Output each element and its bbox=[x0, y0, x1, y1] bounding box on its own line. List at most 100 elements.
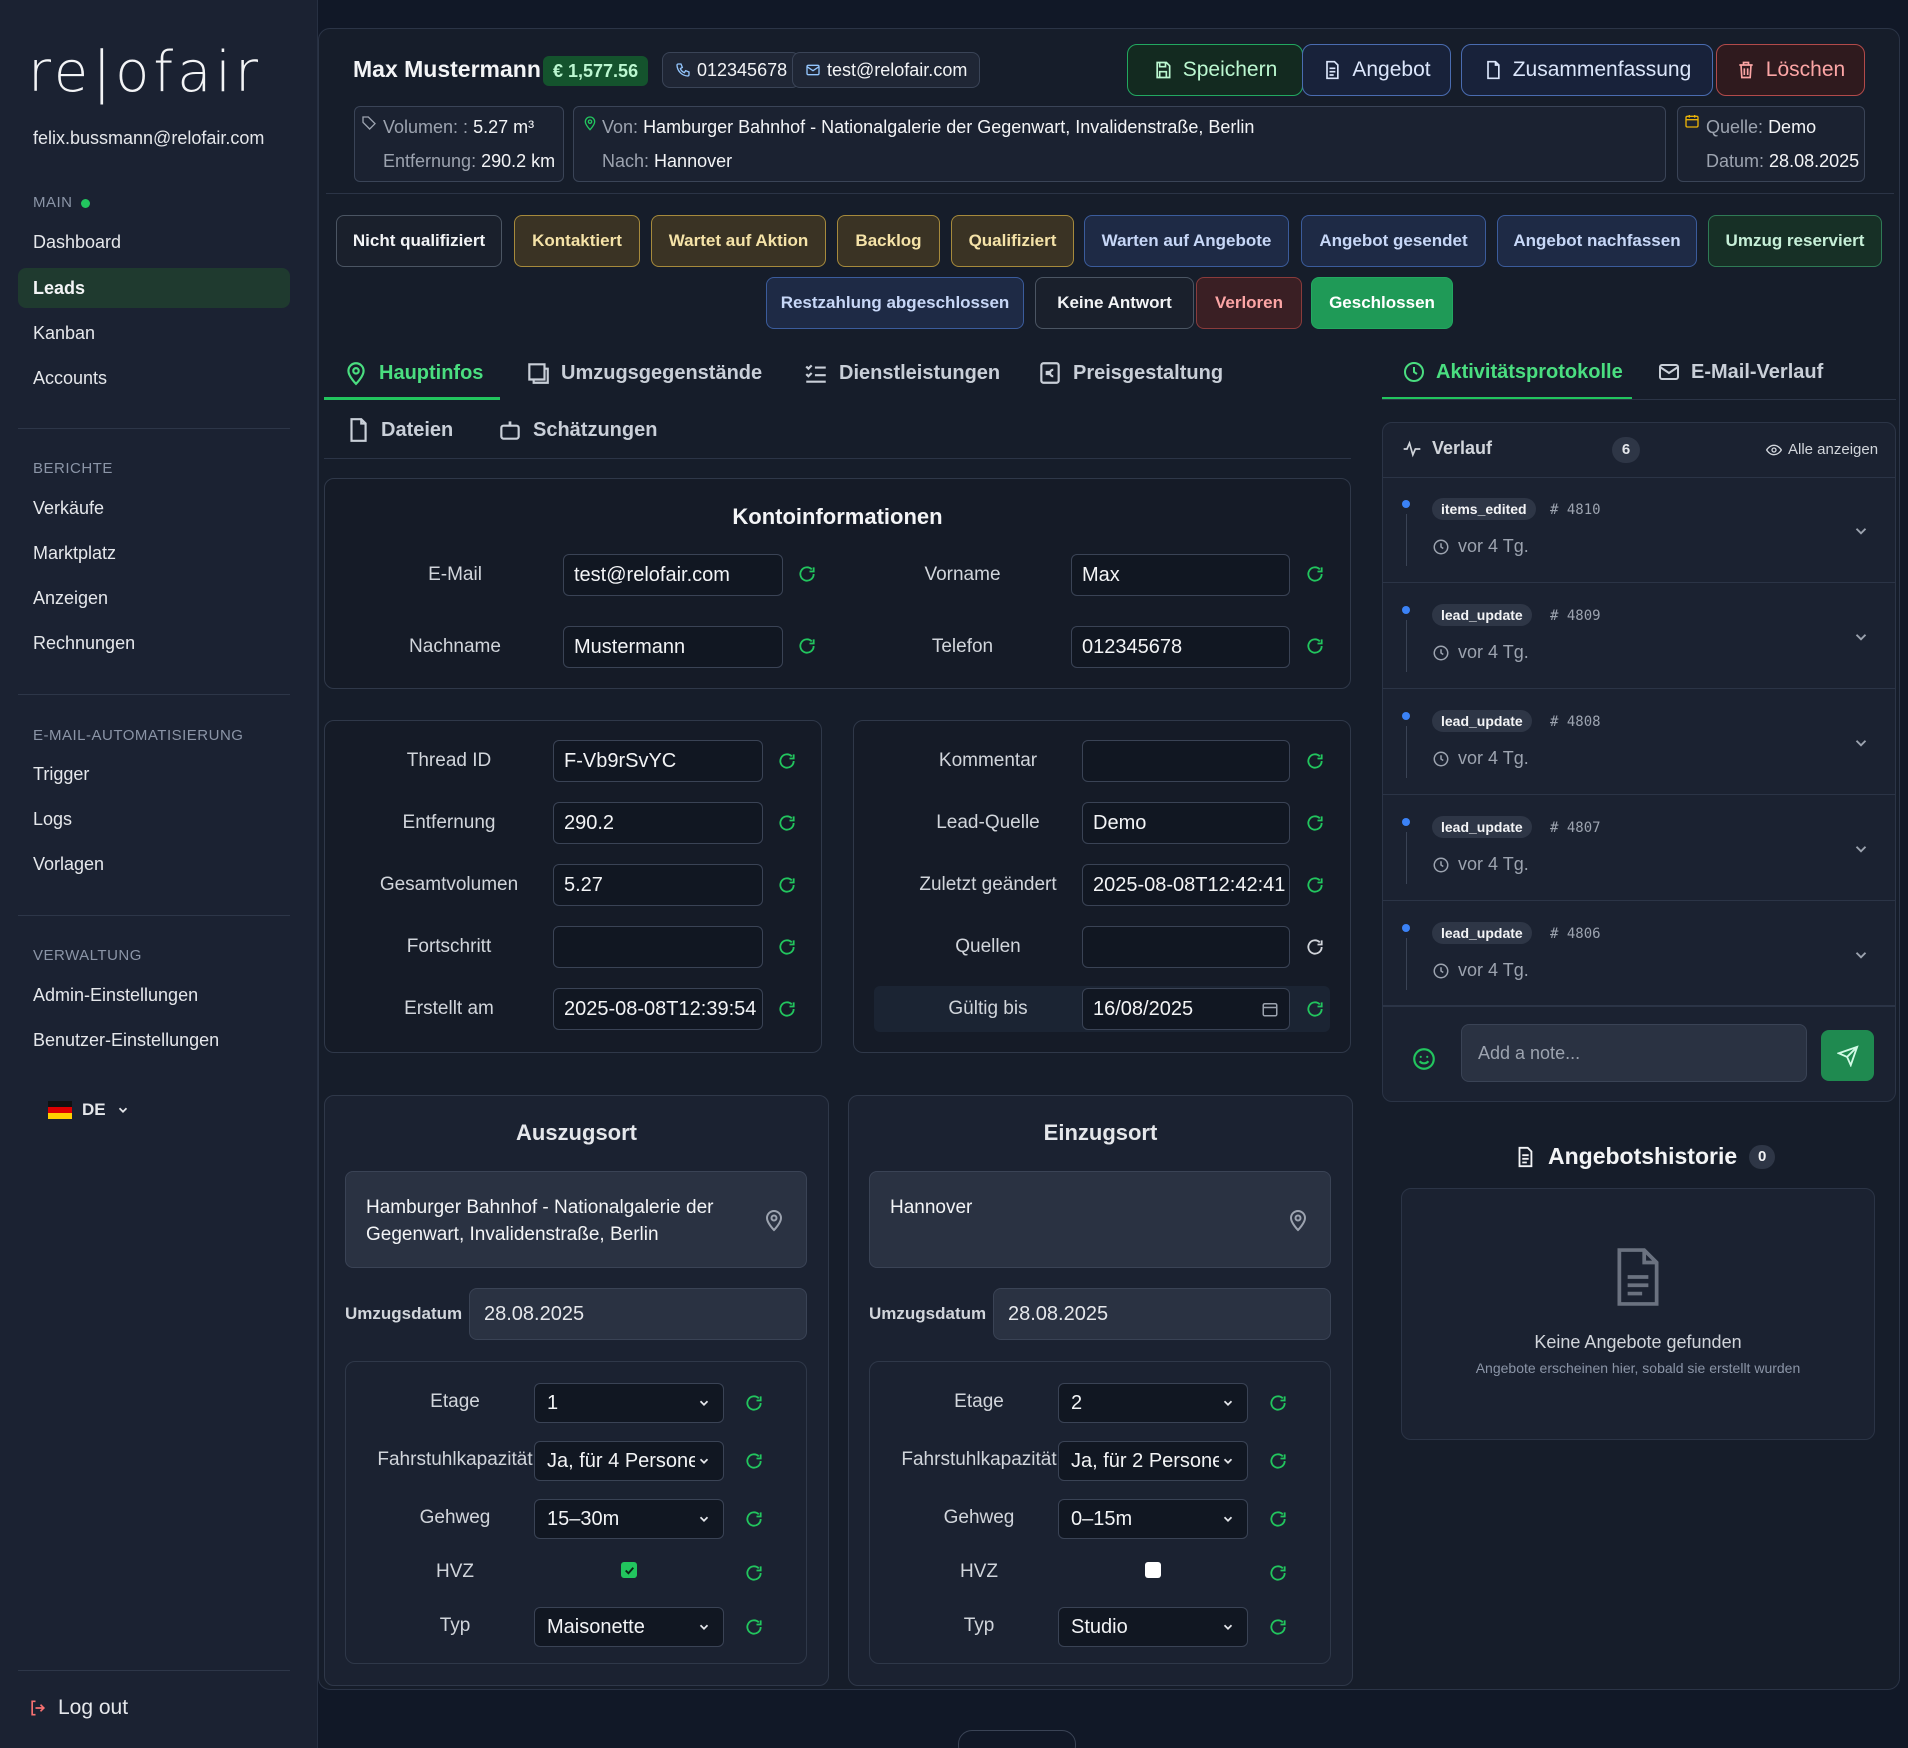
reset-button[interactable] bbox=[1268, 1563, 1288, 1583]
detail-input[interactable]: 2025-08-08T12:42:41 bbox=[1082, 864, 1290, 906]
tab-dienstleistungen[interactable]: Dienstleistungen bbox=[803, 360, 1000, 386]
expand-button[interactable] bbox=[1852, 840, 1870, 858]
nav-leads[interactable]: Leads bbox=[18, 268, 290, 308]
status-button[interactable]: Angebot gesendet bbox=[1301, 215, 1486, 267]
reset-button[interactable] bbox=[1305, 813, 1325, 833]
status-button[interactable]: Restzahlung abgeschlossen bbox=[766, 277, 1024, 329]
email-input[interactable]: test@relofair.com bbox=[563, 554, 783, 596]
reset-button[interactable] bbox=[797, 636, 817, 656]
expand-button[interactable] bbox=[1852, 734, 1870, 752]
activity-item[interactable]: lead_update # 4806 vor 4 Tg. bbox=[1382, 902, 1896, 1007]
scroll-to-top-button[interactable] bbox=[958, 1730, 1076, 1748]
detail-input[interactable]: 5.27 bbox=[553, 864, 763, 906]
reset-button[interactable] bbox=[1305, 636, 1325, 656]
phone-pill[interactable]: 012345678 bbox=[662, 52, 801, 88]
detail-input[interactable] bbox=[553, 926, 763, 968]
hvz-checkbox[interactable] bbox=[1145, 1562, 1161, 1578]
detail-input[interactable]: 16/08/2025 bbox=[1082, 988, 1290, 1030]
nav-rechnungen[interactable]: Rechnungen bbox=[18, 623, 290, 663]
logout-button[interactable]: Log out bbox=[28, 1696, 128, 1720]
reset-button[interactable] bbox=[1305, 937, 1325, 957]
activity-item[interactable]: lead_update # 4807 vor 4 Tg. bbox=[1382, 796, 1896, 901]
nav-verkaeufe[interactable]: Verkäufe bbox=[18, 488, 290, 528]
phone-input[interactable]: 012345678 bbox=[1071, 626, 1290, 668]
reset-button[interactable] bbox=[1268, 1617, 1288, 1637]
tab-dateien[interactable]: Dateien bbox=[345, 417, 453, 443]
status-button[interactable]: Kontaktiert bbox=[514, 215, 640, 267]
summary-button[interactable]: Zusammenfassung bbox=[1461, 44, 1713, 96]
emoji-icon[interactable] bbox=[1411, 1046, 1437, 1072]
expand-button[interactable] bbox=[1852, 946, 1870, 964]
reset-button[interactable] bbox=[777, 937, 797, 957]
tab-schaetzungen[interactable]: Schätzungen bbox=[497, 417, 657, 443]
option-select[interactable]: 0–15m bbox=[1058, 1499, 1248, 1539]
status-button[interactable]: Nicht qualifiziert bbox=[336, 215, 502, 267]
nav-user-settings[interactable]: Benutzer-Einstellungen bbox=[18, 1020, 290, 1060]
send-note-button[interactable] bbox=[1821, 1030, 1874, 1081]
reset-button[interactable] bbox=[744, 1617, 764, 1637]
detail-input[interactable] bbox=[1082, 926, 1290, 968]
nav-marktplatz[interactable]: Marktplatz bbox=[18, 533, 290, 573]
reset-button[interactable] bbox=[744, 1563, 764, 1583]
activity-item[interactable]: items_edited # 4810 vor 4 Tg. bbox=[1382, 478, 1896, 583]
status-button[interactable]: Keine Antwort bbox=[1035, 277, 1194, 329]
status-button[interactable]: Wartet auf Aktion bbox=[651, 215, 826, 267]
reset-button[interactable] bbox=[777, 751, 797, 771]
detail-input[interactable] bbox=[1082, 740, 1290, 782]
status-button[interactable]: Qualifiziert bbox=[951, 215, 1074, 267]
nav-anzeigen[interactable]: Anzeigen bbox=[18, 578, 290, 618]
nav-kanban[interactable]: Kanban bbox=[18, 313, 290, 353]
option-select[interactable]: Ja, für 4 Personen bbox=[534, 1441, 724, 1481]
firstname-input[interactable]: Max bbox=[1071, 554, 1290, 596]
reset-button[interactable] bbox=[1268, 1393, 1288, 1413]
option-select[interactable]: Maisonette bbox=[534, 1607, 724, 1647]
reset-button[interactable] bbox=[777, 875, 797, 895]
option-select[interactable]: Ja, für 2 Personen bbox=[1058, 1441, 1248, 1481]
status-button[interactable]: Geschlossen bbox=[1311, 277, 1453, 329]
status-button[interactable]: Angebot nachfassen bbox=[1497, 215, 1697, 267]
detail-input[interactable]: F-Vb9rSvYC bbox=[553, 740, 763, 782]
reset-button[interactable] bbox=[1268, 1509, 1288, 1529]
move_in-address[interactable]: Hannover bbox=[869, 1171, 1331, 1268]
reset-button[interactable] bbox=[744, 1393, 764, 1413]
status-button[interactable]: Warten auf Angebote bbox=[1084, 215, 1289, 267]
move_in-date-input[interactable]: 28.08.2025 bbox=[993, 1288, 1331, 1340]
save-button[interactable]: Speichern bbox=[1127, 44, 1303, 96]
reset-button[interactable] bbox=[1305, 751, 1325, 771]
option-select[interactable]: 15–30m bbox=[534, 1499, 724, 1539]
hvz-checkbox[interactable] bbox=[621, 1562, 637, 1578]
email-pill[interactable]: test@relofair.com bbox=[792, 52, 981, 88]
move_out-date-input[interactable]: 28.08.2025 bbox=[469, 1288, 807, 1340]
language-selector[interactable]: DE bbox=[48, 1100, 130, 1120]
reset-button[interactable] bbox=[777, 999, 797, 1019]
delete-button[interactable]: Löschen bbox=[1716, 44, 1865, 96]
status-button[interactable]: Verloren bbox=[1196, 277, 1302, 329]
reset-button[interactable] bbox=[777, 813, 797, 833]
status-button[interactable]: Umzug reserviert bbox=[1708, 215, 1882, 267]
tab-activity-log[interactable]: Aktivitätsprotokolle bbox=[1402, 360, 1623, 384]
option-select[interactable]: 1 bbox=[534, 1383, 724, 1423]
tab-umzugsgegenstaende[interactable]: Umzugsgegenstände bbox=[525, 360, 762, 386]
note-input[interactable]: Add a note... bbox=[1461, 1024, 1807, 1082]
nav-admin-settings[interactable]: Admin-Einstellungen bbox=[18, 975, 290, 1015]
expand-button[interactable] bbox=[1852, 522, 1870, 540]
activity-item[interactable]: lead_update # 4809 vor 4 Tg. bbox=[1382, 584, 1896, 689]
detail-input[interactable]: 2025-08-08T12:39:54 bbox=[553, 988, 763, 1030]
nav-trigger[interactable]: Trigger bbox=[18, 754, 290, 794]
status-button[interactable]: Backlog bbox=[837, 215, 940, 267]
tab-preisgestaltung[interactable]: Preisgestaltung bbox=[1037, 360, 1223, 386]
reset-button[interactable] bbox=[797, 564, 817, 584]
reset-button[interactable] bbox=[744, 1451, 764, 1471]
reset-button[interactable] bbox=[1305, 875, 1325, 895]
nav-logs[interactable]: Logs bbox=[18, 799, 290, 839]
detail-input[interactable]: 290.2 bbox=[553, 802, 763, 844]
reset-button[interactable] bbox=[1268, 1451, 1288, 1471]
nav-dashboard[interactable]: Dashboard bbox=[18, 222, 290, 262]
move_out-address[interactable]: Hamburger Bahnhof - Nationalgalerie der … bbox=[345, 1171, 807, 1268]
nav-accounts[interactable]: Accounts bbox=[18, 358, 290, 398]
activity-item[interactable]: lead_update # 4808 vor 4 Tg. bbox=[1382, 690, 1896, 795]
tab-email-history[interactable]: E-Mail-Verlauf bbox=[1657, 360, 1823, 384]
show-all-button[interactable]: Alle anzeigen bbox=[1766, 441, 1878, 458]
reset-button[interactable] bbox=[1305, 564, 1325, 584]
option-select[interactable]: Studio bbox=[1058, 1607, 1248, 1647]
